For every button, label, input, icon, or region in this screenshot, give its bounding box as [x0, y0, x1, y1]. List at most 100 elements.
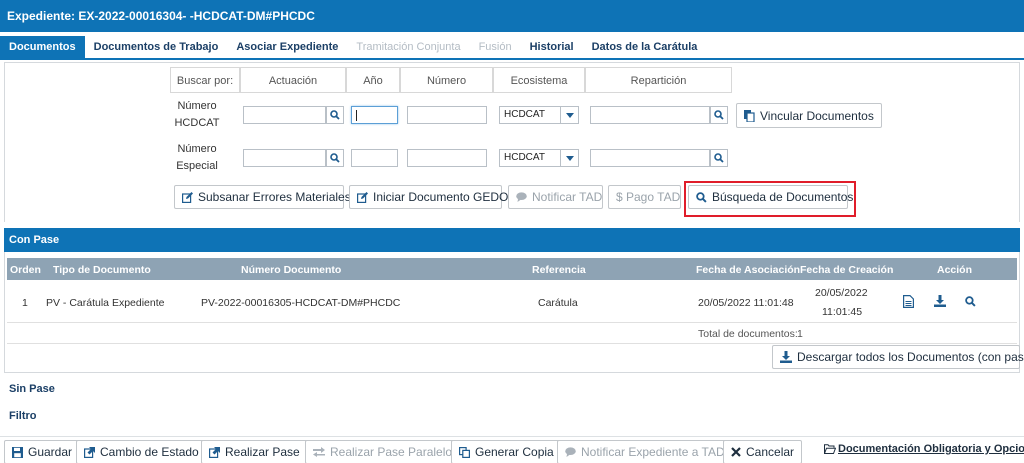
- link-documents-icon: [744, 109, 755, 122]
- numero-header: Número: [400, 67, 493, 93]
- con-pase-section-title: Con Pase: [4, 228, 1020, 252]
- descargar-todos-button[interactable]: Descargar todos los Documentos (con pase…: [772, 345, 1024, 369]
- tab-bar: Documentos Documentos de Trabajo Asociar…: [0, 36, 706, 58]
- notificar-tad-button: Notificar TAD: [508, 185, 603, 209]
- tab-asociar-expediente[interactable]: Asociar Expediente: [227, 36, 347, 58]
- col-fecha-asociacion: Fecha de Asociación: [696, 264, 801, 276]
- save-icon: [12, 446, 23, 458]
- exchange-icon: [313, 447, 325, 457]
- reparticion-search-button-1[interactable]: [710, 106, 728, 124]
- iniciar-documento-gedo-button[interactable]: Iniciar Documento GEDO: [349, 185, 508, 209]
- iniciar-documento-gedo-label: Iniciar Documento GEDO: [373, 190, 509, 204]
- col-tipo-documento: Tipo de Documento: [53, 264, 151, 276]
- numero-input-1[interactable]: [407, 106, 487, 124]
- anio-input-2[interactable]: [351, 149, 398, 167]
- total-documentos-label: Total de documentos:: [698, 328, 798, 340]
- guardar-label: Guardar: [28, 445, 73, 459]
- documentacion-obligatoria-label: Documentación Obligatoria y Opcional: [838, 443, 1024, 455]
- reparticion-input-2[interactable]: [590, 149, 710, 167]
- anio-input-1[interactable]: [351, 106, 398, 124]
- col-referencia: Referencia: [532, 264, 586, 276]
- tabs-underline: [0, 58, 1024, 60]
- actuacion-search-button-1[interactable]: [326, 106, 344, 124]
- chevron-down-icon[interactable]: [560, 107, 578, 123]
- cancelar-button[interactable]: Cancelar: [723, 440, 803, 463]
- notificar-expediente-tad-label: Notificar Expediente a TAD: [581, 445, 725, 459]
- cell-referencia: Carátula: [538, 297, 578, 309]
- cell-fecha-creacion-time: 11:01:45: [822, 306, 863, 318]
- comment-icon: [516, 192, 527, 202]
- descargar-todos-label: Descargar todos los Documentos (con pase…: [797, 350, 1024, 364]
- vincular-documentos-label: Vincular Documentos: [760, 108, 874, 123]
- chevron-down-icon[interactable]: [560, 150, 578, 166]
- window-title: Expediente: EX-2022-00016304- -HCDCAT-DM…: [0, 0, 1024, 32]
- edit-icon: [182, 191, 193, 203]
- generar-copia-button[interactable]: Generar Copia: [451, 440, 562, 463]
- ecosistema-value-2: HCDCAT: [504, 152, 545, 163]
- total-documentos-value: 1: [797, 328, 803, 340]
- ecosistema-select-2[interactable]: HCDCAT: [499, 149, 579, 167]
- realizar-pase-paralelo-label: Realizar Pase Paralelo: [330, 445, 453, 459]
- copy-icon: [459, 446, 470, 458]
- external-link-icon: [84, 446, 95, 458]
- realizar-pase-paralelo-button: Realizar Pase Paralelo: [305, 440, 461, 463]
- subsanar-errores-button[interactable]: Subsanar Errores Materiales: [174, 185, 351, 209]
- tab-datos-caratula[interactable]: Datos de la Carátula: [583, 36, 707, 58]
- ecosistema-select-1[interactable]: HCDCAT: [499, 106, 579, 124]
- download-icon[interactable]: [934, 295, 946, 310]
- filtro-section[interactable]: Filtro: [9, 410, 37, 422]
- actuacion-input-1[interactable]: [243, 106, 326, 124]
- comment-icon: [565, 447, 576, 457]
- reparticion-header: Repartición: [585, 67, 732, 93]
- view-document-icon[interactable]: [903, 295, 914, 311]
- bottom-divider: [0, 436, 1024, 437]
- col-fecha-creacion: Fecha de Creación: [800, 264, 894, 276]
- folder-open-icon: [824, 444, 836, 454]
- tab-fusion: Fusión: [478, 41, 512, 53]
- table-footer-divider: [7, 343, 1017, 344]
- tab-historial[interactable]: Historial: [521, 36, 583, 58]
- download-icon: [780, 351, 792, 363]
- col-numero-documento: Número Documento: [241, 264, 342, 276]
- reparticion-input-1[interactable]: [590, 106, 710, 124]
- col-accion: Acción: [937, 264, 973, 276]
- ecosistema-header: Ecosistema: [493, 67, 585, 93]
- col-orden: Orden: [10, 264, 41, 276]
- edit-icon: [357, 191, 368, 203]
- subsanar-errores-label: Subsanar Errores Materiales: [198, 190, 351, 204]
- actuacion-input-2[interactable]: [243, 149, 326, 167]
- documentacion-obligatoria-link[interactable]: Documentación Obligatoria y Opcional: [824, 443, 1024, 455]
- realizar-pase-button[interactable]: Realizar Pase: [201, 440, 308, 463]
- external-link-icon: [209, 446, 220, 458]
- tab-documentos[interactable]: Documentos: [0, 36, 85, 58]
- search-icon[interactable]: [965, 296, 976, 310]
- pago-tad-label: $ Pago TAD: [616, 190, 681, 204]
- row-divider: [7, 322, 1017, 323]
- cell-fecha-creacion-date: 20/05/2022: [815, 287, 868, 299]
- notificar-expediente-tad-button: Notificar Expediente a TAD: [557, 440, 733, 463]
- search-icon: [330, 153, 340, 163]
- vincular-documentos-button[interactable]: Vincular Documentos: [736, 103, 882, 128]
- text-caret: [356, 110, 357, 121]
- cambio-estado-button[interactable]: Cambio de Estado: [76, 440, 207, 463]
- anio-header: Año: [346, 67, 400, 93]
- tab-tramitacion-conjunta: Tramitación Conjunta: [356, 41, 461, 53]
- numero-input-2[interactable]: [407, 149, 487, 167]
- sin-pase-section[interactable]: Sin Pase: [9, 383, 55, 395]
- search-icon: [714, 110, 724, 120]
- ecosistema-value-1: HCDCAT: [504, 109, 545, 120]
- tab-documentos-de-trabajo[interactable]: Documentos de Trabajo: [85, 36, 228, 58]
- actuacion-header: Actuación: [240, 67, 346, 93]
- actuacion-search-button-2[interactable]: [326, 149, 344, 167]
- guardar-button[interactable]: Guardar: [4, 440, 81, 463]
- cell-numero: PV-2022-00016305-HCDCAT-DM#PHCDC: [201, 297, 401, 309]
- buscar-por-header: Buscar por:: [170, 67, 240, 93]
- search-icon: [330, 110, 340, 120]
- row-label-numero-hcdcat: Número HCDCAT: [174, 100, 220, 129]
- realizar-pase-label: Realizar Pase: [225, 445, 300, 459]
- highlight-box: [684, 181, 856, 217]
- reparticion-search-button-2[interactable]: [710, 149, 728, 167]
- cancelar-label: Cancelar: [746, 445, 795, 459]
- cambio-estado-label: Cambio de Estado: [100, 445, 199, 459]
- search-icon: [714, 153, 724, 163]
